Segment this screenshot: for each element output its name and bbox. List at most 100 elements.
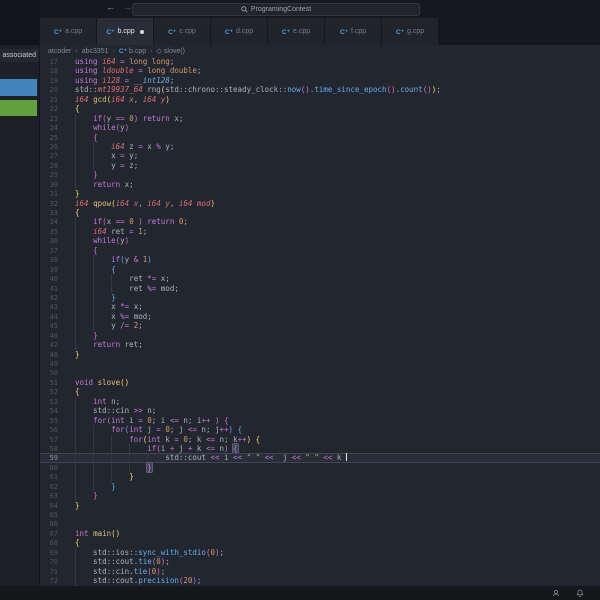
line-content: {	[75, 208, 80, 217]
modified-dot-icon[interactable]	[139, 29, 144, 34]
code-line[interactable]: 50	[40, 368, 600, 377]
indent-guide	[75, 321, 76, 331]
code-line[interactable]: 61 }	[40, 472, 600, 482]
code-line[interactable]: 20 std::mt19937_64 rng(std::chrono::stead…	[40, 85, 600, 94]
line-content: int n;	[75, 396, 120, 407]
code-line[interactable]: 31}	[40, 189, 600, 198]
breadcrumb-item-atcoder[interactable]: atcoder	[48, 48, 71, 55]
code-line[interactable]: 28 y = z;	[40, 160, 600, 171]
code-line[interactable]: 72 std::cout.precision(20);	[40, 576, 600, 586]
tab-c.cpp[interactable]: C⁺ c.cpp	[154, 18, 211, 45]
code-line[interactable]: 23 if(y == 0) return x;	[40, 113, 600, 124]
code-line[interactable]: 59 std::cout << i << " " << j << " " << …	[40, 453, 600, 463]
code-line[interactable]: 54 std::cin >> n;	[40, 406, 600, 416]
indent-guide	[75, 396, 76, 407]
code-line[interactable]: 47 return ret;	[40, 340, 600, 350]
code-line[interactable]: 43 x *= x;	[40, 302, 600, 312]
indent-guide	[75, 141, 76, 152]
code-line[interactable]: 68{	[40, 538, 600, 547]
code-line[interactable]: 71 std::cin.tie(0);	[40, 566, 600, 577]
line-content: if(x == 0 ) return 0;	[75, 217, 188, 227]
code-line[interactable]: 39 {	[40, 264, 600, 275]
code-line[interactable]: 45 y /= 2;	[40, 321, 600, 331]
code-line[interactable]: 41 ret %= mod;	[40, 283, 600, 293]
code-line[interactable]: 67 int main()	[40, 529, 600, 538]
code-line[interactable]: 63 }	[40, 491, 600, 501]
breadcrumb-label: b.cpp	[129, 47, 147, 55]
code-line[interactable]: 19 using i128 = __int128;	[40, 76, 600, 85]
code-line[interactable]: 57 for(int k = 0; k <= n; k++) {	[40, 434, 600, 444]
code-line[interactable]: 62 }	[40, 481, 600, 492]
tab-e.cpp[interactable]: C⁺ e.cpp	[268, 18, 325, 45]
code-line[interactable]: 53 int n;	[40, 396, 600, 407]
indent-guide	[75, 453, 76, 463]
tab-a.cpp[interactable]: C⁺ a.cpp	[40, 18, 97, 45]
code-line[interactable]: 18 using ldouble = long double;	[40, 66, 600, 75]
code-line[interactable]: 70 std::cout.tie(0);	[40, 557, 600, 567]
code-line[interactable]: 30 return x;	[40, 179, 600, 190]
command-search-box[interactable]: ProgramingContest	[132, 3, 420, 16]
indent-guide	[75, 255, 76, 265]
code-line[interactable]: 21 i64 gcd(i64 x, i64 y)	[40, 95, 600, 104]
indent-guide	[75, 547, 76, 558]
breadcrumb-item-bcpp[interactable]: C⁺ b.cpp	[119, 47, 147, 56]
line-content: x *= x;	[75, 302, 143, 312]
code-line[interactable]: 38 if(y & 1)	[40, 255, 600, 265]
code-line[interactable]: 60 }	[40, 462, 600, 473]
code-line[interactable]: 32 i64 qpow(i64 x, i64 y, i64 mod)	[40, 199, 600, 208]
code-line[interactable]: 51 void slove()	[40, 378, 600, 387]
tab-f.cpp[interactable]: C⁺ f.cpp	[325, 18, 382, 45]
forward-arrow-icon[interactable]: →	[123, 2, 132, 12]
account-icon[interactable]	[552, 589, 560, 597]
indent-guide	[75, 311, 76, 322]
tab-b.cpp[interactable]: C⁺ b.cpp	[97, 18, 154, 45]
line-content: if(y == 0) return x;	[75, 113, 183, 124]
breadcrumb-label: slove()	[163, 47, 185, 55]
code-line[interactable]: 52{	[40, 387, 600, 396]
code-line[interactable]: 36 while(y)	[40, 236, 600, 246]
code-line[interactable]: 25 {	[40, 132, 600, 142]
code-line[interactable]: 22{	[40, 104, 600, 113]
code-line[interactable]: 49	[40, 359, 600, 368]
text-cursor	[345, 453, 347, 462]
code-line[interactable]: 17 using i64 = long long;	[40, 57, 600, 66]
code-line[interactable]: 48}	[40, 350, 600, 359]
code-line[interactable]: 56 for(int j = 0; j <= n; j++) {	[40, 425, 600, 435]
tab-d.cpp[interactable]: C⁺ d.cpp	[211, 18, 268, 45]
code-line[interactable]: 65	[40, 510, 600, 519]
code-line[interactable]: 24 while(y)	[40, 123, 600, 133]
back-arrow-icon[interactable]: ←	[106, 2, 115, 12]
code-line[interactable]: 55 for(int i = 0; i <= n; i++ ) {	[40, 415, 600, 426]
cpp-file-icon: C⁺	[339, 28, 348, 36]
code-line[interactable]: 35 i64 ret = 1;	[40, 226, 600, 237]
indent-guide	[75, 236, 76, 246]
indent-guide	[75, 340, 76, 350]
tab-g.cpp[interactable]: C⁺ g.cpp	[382, 18, 439, 45]
code-line[interactable]: 58 if(i + j + k <= n) {	[40, 443, 600, 454]
code-line[interactable]: 44 x %= mod;	[40, 311, 600, 322]
code-line[interactable]: 69 std::ios::sync_with_stdio(0);	[40, 547, 600, 558]
indent-guide	[93, 292, 95, 303]
code-line[interactable]: 34 if(x == 0 ) return 0;	[40, 217, 600, 227]
breadcrumb-item-abc3351[interactable]: abc3351	[82, 48, 109, 55]
line-content: }	[75, 500, 80, 510]
code-line[interactable]: 46 }	[40, 330, 600, 341]
code-line[interactable]: 33{	[40, 208, 600, 217]
line-content: i64 ret = 1;	[75, 226, 147, 237]
code-line[interactable]: 64}	[40, 501, 600, 510]
code-line[interactable]: 66	[40, 519, 600, 528]
notifications-bell-icon[interactable]	[576, 589, 584, 597]
code-line[interactable]: 42 }	[40, 292, 600, 303]
code-line[interactable]: 27 x = y;	[40, 151, 600, 161]
indent-guide	[93, 434, 95, 444]
indent-guide	[93, 311, 95, 322]
code-editor[interactable]: 17 using i64 = long long; 18 using ldouble …	[40, 57, 600, 586]
line-content: }	[75, 330, 98, 341]
code-line[interactable]: 26 i64 z = x % y;	[40, 141, 600, 152]
code-line[interactable]: 37 {	[40, 245, 600, 256]
tab-label: e.cpp	[293, 28, 311, 35]
code-line[interactable]: 40 ret *= x;	[40, 274, 600, 284]
code-line[interactable]: 29 }	[40, 170, 600, 180]
breadcrumb-item-slove[interactable]: ◇ slove()	[157, 47, 185, 56]
indent-guide	[129, 443, 131, 454]
